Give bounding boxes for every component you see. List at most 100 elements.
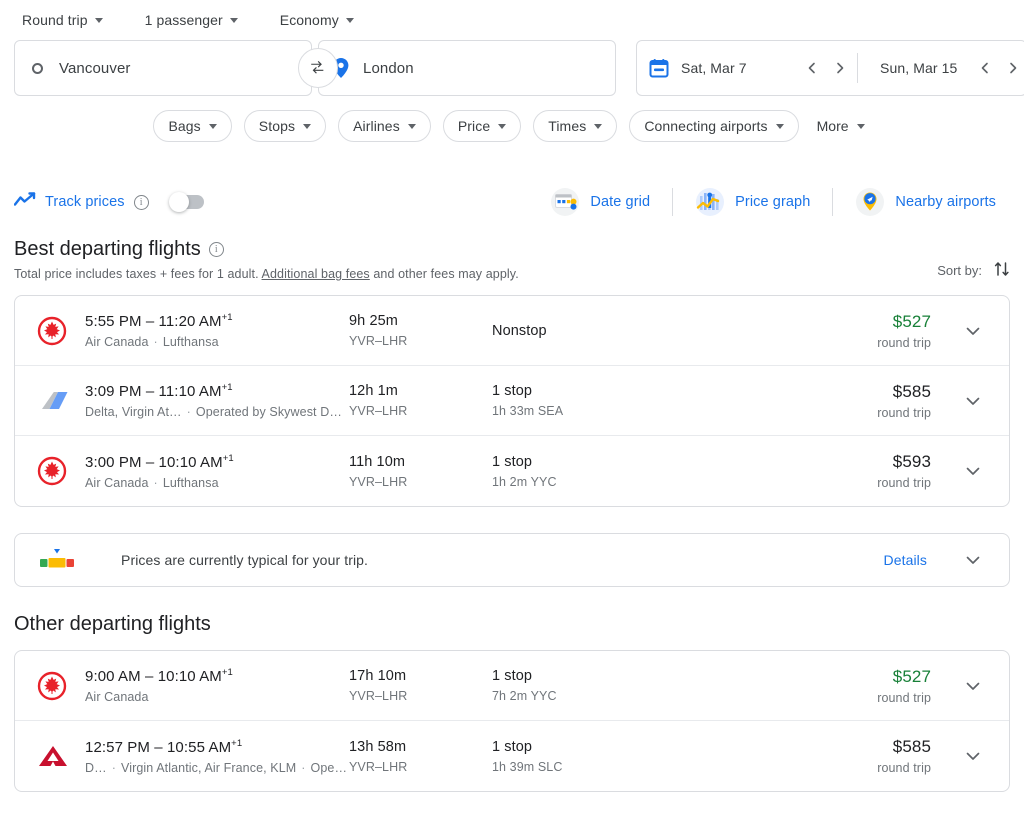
price-graph-button[interactable]: Price graph bbox=[681, 181, 824, 223]
filter-chip-label: Airlines bbox=[353, 118, 400, 134]
duration-cell: 12h 1m YVR–LHR bbox=[349, 383, 492, 418]
flight-route: YVR–LHR bbox=[349, 404, 408, 418]
price-type: round trip bbox=[877, 335, 931, 350]
date-grid-icon bbox=[550, 187, 580, 217]
google-flights-results-page: Round trip 1 passenger Economy Vancouver bbox=[0, 0, 1024, 819]
flight-price: $527 bbox=[892, 666, 931, 686]
flight-price: $527 bbox=[892, 311, 931, 331]
nearby-airports-label: Nearby airports bbox=[895, 194, 996, 210]
other-departing-flights-header: Other departing flights bbox=[0, 613, 1024, 636]
cabin-class-label: Economy bbox=[279, 12, 339, 28]
filter-chip-airlines[interactable]: Airlines bbox=[338, 110, 431, 142]
flight-times-cell: 9:00 AM – 10:10 AM+1 Air Canada bbox=[85, 667, 349, 704]
flight-duration: 17h 10m bbox=[349, 668, 407, 684]
trip-type-dropdown[interactable]: Round trip bbox=[14, 8, 111, 32]
chevron-down-icon bbox=[856, 124, 865, 129]
info-icon[interactable]: i bbox=[208, 242, 224, 257]
expand-flight-button[interactable] bbox=[953, 462, 993, 480]
departure-prev-day-button[interactable] bbox=[799, 55, 825, 81]
flight-times: 5:55 PM – 11:20 AM+1 bbox=[85, 312, 233, 330]
sort-by-control[interactable]: Sort by: bbox=[937, 260, 1010, 281]
stops-count: 1 stop bbox=[492, 453, 533, 470]
airline-names: Air Canada · Lufthansa bbox=[85, 335, 219, 349]
table-row[interactable]: 12:57 PM – 10:55 AM+1 D… · Virgin Atlantic… bbox=[15, 721, 1009, 791]
nearby-airports-button[interactable]: Nearby airports bbox=[841, 181, 1010, 223]
day-offset: +1 bbox=[221, 667, 233, 678]
filter-chip-connecting-airports[interactable]: Connecting airports bbox=[629, 110, 799, 142]
additional-bag-fees-link[interactable]: Additional bag fees bbox=[262, 267, 370, 281]
price-cell: $585 round trip bbox=[793, 382, 953, 420]
duration-cell: 13h 58m YVR–LHR bbox=[349, 739, 492, 774]
date-grid-button[interactable]: Date grid bbox=[536, 181, 664, 223]
table-row[interactable]: 3:00 PM – 10:10 AM+1 Air Canada · Lufthans… bbox=[15, 436, 1009, 506]
duration-cell: 9h 25m YVR–LHR bbox=[349, 313, 492, 348]
page-title: Best departing flights bbox=[14, 238, 201, 260]
table-row[interactable]: 3:09 PM – 11:10 AM+1 Delta, Virgin At… · O… bbox=[15, 366, 1009, 436]
day-offset: +1 bbox=[222, 452, 234, 464]
return-date-steppers bbox=[972, 55, 1024, 81]
filter-chip-more[interactable]: More bbox=[811, 110, 871, 142]
stops-count: 1 stop bbox=[492, 738, 533, 755]
departure-next-day-button[interactable] bbox=[827, 55, 853, 81]
expand-flight-button[interactable] bbox=[953, 677, 993, 695]
price-gauge-icon bbox=[27, 547, 85, 573]
return-date-segment[interactable]: Sun, Mar 15 bbox=[862, 41, 1024, 95]
filter-chips-row: Bags Stops Airlines Price Times Connecti… bbox=[0, 110, 1024, 142]
info-icon[interactable]: i bbox=[133, 194, 149, 210]
duration-cell: 17h 10m YVR–LHR bbox=[349, 668, 492, 703]
flight-price: $593 bbox=[892, 452, 931, 471]
filter-chip-times[interactable]: Times bbox=[533, 110, 618, 142]
chevron-down-icon bbox=[407, 124, 416, 129]
trip-type-label: Round trip bbox=[22, 12, 88, 28]
filter-chip-bags[interactable]: Bags bbox=[153, 110, 232, 142]
origin-field[interactable]: Vancouver bbox=[14, 40, 312, 96]
day-offset: +1 bbox=[221, 312, 233, 323]
expand-flight-button[interactable] bbox=[953, 322, 993, 340]
departure-date-segment[interactable]: Sat, Mar 7 bbox=[681, 41, 853, 95]
layover-detail: 1h 2m YYC bbox=[492, 474, 557, 489]
filter-chip-price[interactable]: Price bbox=[442, 110, 522, 142]
tool-divider bbox=[672, 188, 674, 216]
sort-arrows-icon bbox=[994, 260, 1010, 281]
flight-times: 9:00 AM – 10:10 AM+1 bbox=[85, 667, 233, 685]
price-type: round trip bbox=[877, 476, 931, 490]
disclaimer-before: Total price includes taxes + fees for 1 … bbox=[14, 267, 262, 281]
calendar-icon bbox=[637, 58, 681, 78]
price-cell: $585 round trip bbox=[793, 737, 953, 775]
return-next-day-button[interactable] bbox=[1000, 55, 1024, 81]
table-row[interactable]: 9:00 AM – 10:10 AM+1 Air Canada 17h 10m … bbox=[15, 651, 1009, 721]
destination-value: London bbox=[363, 59, 414, 77]
date-range-field[interactable]: Sat, Mar 7 Sun, Mar 15 bbox=[636, 40, 1024, 96]
trip-options-bar: Round trip 1 passenger Economy bbox=[0, 0, 1024, 34]
flight-price: $585 bbox=[892, 381, 931, 401]
view-tools-group: Date grid Price graph Nearby airports bbox=[536, 181, 1010, 223]
expand-flight-button[interactable] bbox=[953, 392, 993, 410]
day-offset: +1 bbox=[231, 737, 243, 749]
swap-origin-destination-button[interactable] bbox=[298, 48, 338, 88]
chevron-left-icon bbox=[808, 62, 815, 74]
filter-chip-stops[interactable]: Stops bbox=[243, 110, 327, 142]
places-group: Vancouver London bbox=[14, 40, 616, 96]
track-prices-toggle[interactable] bbox=[168, 192, 204, 212]
tool-divider bbox=[832, 188, 834, 216]
flight-route: YVR–LHR bbox=[349, 759, 408, 774]
destination-field[interactable]: London bbox=[318, 40, 616, 96]
table-row[interactable]: 5:55 PM – 11:20 AM+1 Air Canada · Lufthans… bbox=[15, 296, 1009, 366]
cabin-class-dropdown[interactable]: Economy bbox=[272, 8, 362, 32]
passengers-label: 1 passenger bbox=[144, 12, 223, 28]
price-insights-banner[interactable]: Prices are currently typical for your tr… bbox=[14, 533, 1010, 587]
flight-times-cell: 3:09 PM – 11:10 AM+1 Delta, Virgin At… · O… bbox=[85, 382, 349, 419]
expand-insight-button[interactable] bbox=[953, 551, 993, 569]
search-row: Vancouver London Sat, Mar 7 Sun, Mar 15 bbox=[0, 40, 1024, 96]
price-type: round trip bbox=[877, 405, 931, 420]
flight-times-cell: 3:00 PM – 10:10 AM+1 Air Canada · Lufthans… bbox=[85, 453, 349, 490]
return-prev-day-button[interactable] bbox=[972, 55, 998, 81]
price-graph-icon bbox=[695, 187, 725, 217]
chevron-down-icon bbox=[775, 124, 784, 129]
filter-chip-label: Times bbox=[548, 118, 587, 134]
passengers-dropdown[interactable]: 1 passenger bbox=[137, 8, 246, 32]
expand-flight-button[interactable] bbox=[953, 747, 993, 765]
price-type: round trip bbox=[877, 761, 931, 775]
price-insight-details-link[interactable]: Details bbox=[884, 552, 954, 568]
toggle-knob bbox=[168, 192, 189, 212]
